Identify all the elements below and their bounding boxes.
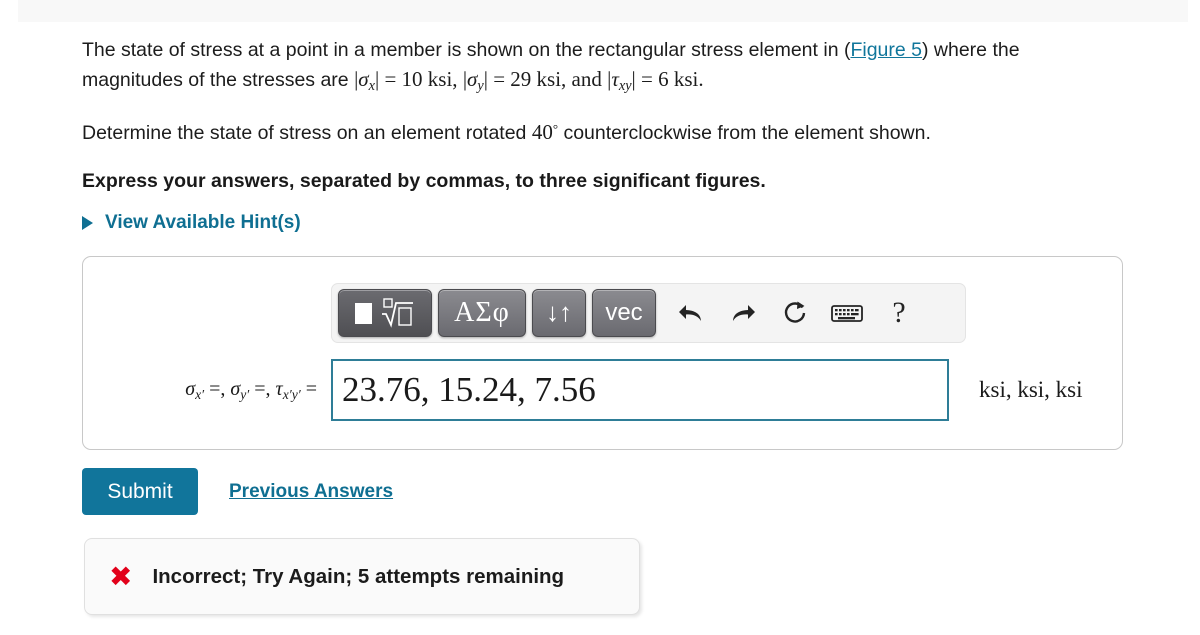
answer-label: σx′ =, σy′ =, τx′y′ = [185,377,317,402]
greek-symbols-label: ΑΣφ [454,297,510,328]
submit-row: Submit Previous Answers [82,468,393,515]
radical-glyph [382,298,413,328]
undo-icon[interactable] [668,290,714,336]
arrows-updown-button[interactable]: ↓↑ [532,289,586,337]
redo-arrow-glyph [733,305,755,321]
filled-square-glyph [355,302,372,324]
keyboard-glyph [831,305,863,322]
answer-units: ksi, ksi, ksi [979,377,1083,402]
answer-panel: ΑΣφ ↓↑ vec ? σx′ =, σy′ =, τx′y′ = 23.76… [82,256,1123,450]
keyboard-icon[interactable] [824,290,870,336]
template-square-root-button[interactable] [338,289,432,337]
statement-text-2b: counterclockwise from the element shown. [558,121,931,144]
view-hints-toggle[interactable]: View Available Hint(s) [82,212,301,234]
feedback-box: ✖ Incorrect; Try Again; 5 attempts remai… [84,538,640,615]
x-mark-icon: ✖ [109,559,133,593]
arrows-updown-label: ↓↑ [546,298,572,327]
redo-icon[interactable] [720,290,766,336]
reset-icon[interactable] [772,290,818,336]
statement-text-2a: Determine the state of stress on an elem… [82,121,532,144]
vector-button[interactable]: vec [592,289,656,337]
figure-link[interactable]: Figure 5 [850,39,922,61]
refresh-circle-glyph [784,301,806,323]
top-strip [18,0,1188,22]
answer-input[interactable]: 23.76, 15.24, 7.56 [331,359,949,421]
previous-answers-link[interactable]: Previous Answers [229,481,393,503]
help-glyph: ? [892,296,906,329]
greek-symbols-button[interactable]: ΑΣφ [438,289,526,337]
undo-arrow-glyph [679,305,701,321]
square-root-icon [355,297,415,329]
view-hints-label: View Available Hint(s) [105,212,301,233]
statement-paragraph-2: Determine the state of stress on an elem… [82,117,1122,147]
statement-text-1a: The state of stress at a point in a memb… [82,39,851,61]
instruction-text: Express your answers, separated by comma… [82,170,766,193]
tau-xy-expression: |τxy| = 6 ksi. [607,67,704,95]
help-icon[interactable]: ? [876,290,922,336]
answer-value: 23.76, 15.24, 7.56 [342,370,596,409]
sigma-y-expression: |σy| = 29 ksi, and [462,67,608,95]
vector-label: vec [605,299,643,326]
problem-statement: The state of stress at a point in a memb… [82,36,1122,216]
problem-page: The state of stress at a point in a memb… [0,0,1200,635]
sigma-x-expression: |σx| = 10 ksi, [354,67,463,95]
triangle-right-icon [82,216,93,230]
statement-paragraph-1: The state of stress at a point in a memb… [82,36,1122,97]
feedback-message: Incorrect; Try Again; 5 attempts remaini… [152,564,565,588]
answer-row: σx′ =, σy′ =, τx′y′ = 23.76, 15.24, 7.56… [83,357,1124,423]
rotation-angle: 40° [531,119,559,144]
submit-button[interactable]: Submit [82,468,198,515]
math-toolbar: ΑΣφ ↓↑ vec ? [331,283,966,343]
